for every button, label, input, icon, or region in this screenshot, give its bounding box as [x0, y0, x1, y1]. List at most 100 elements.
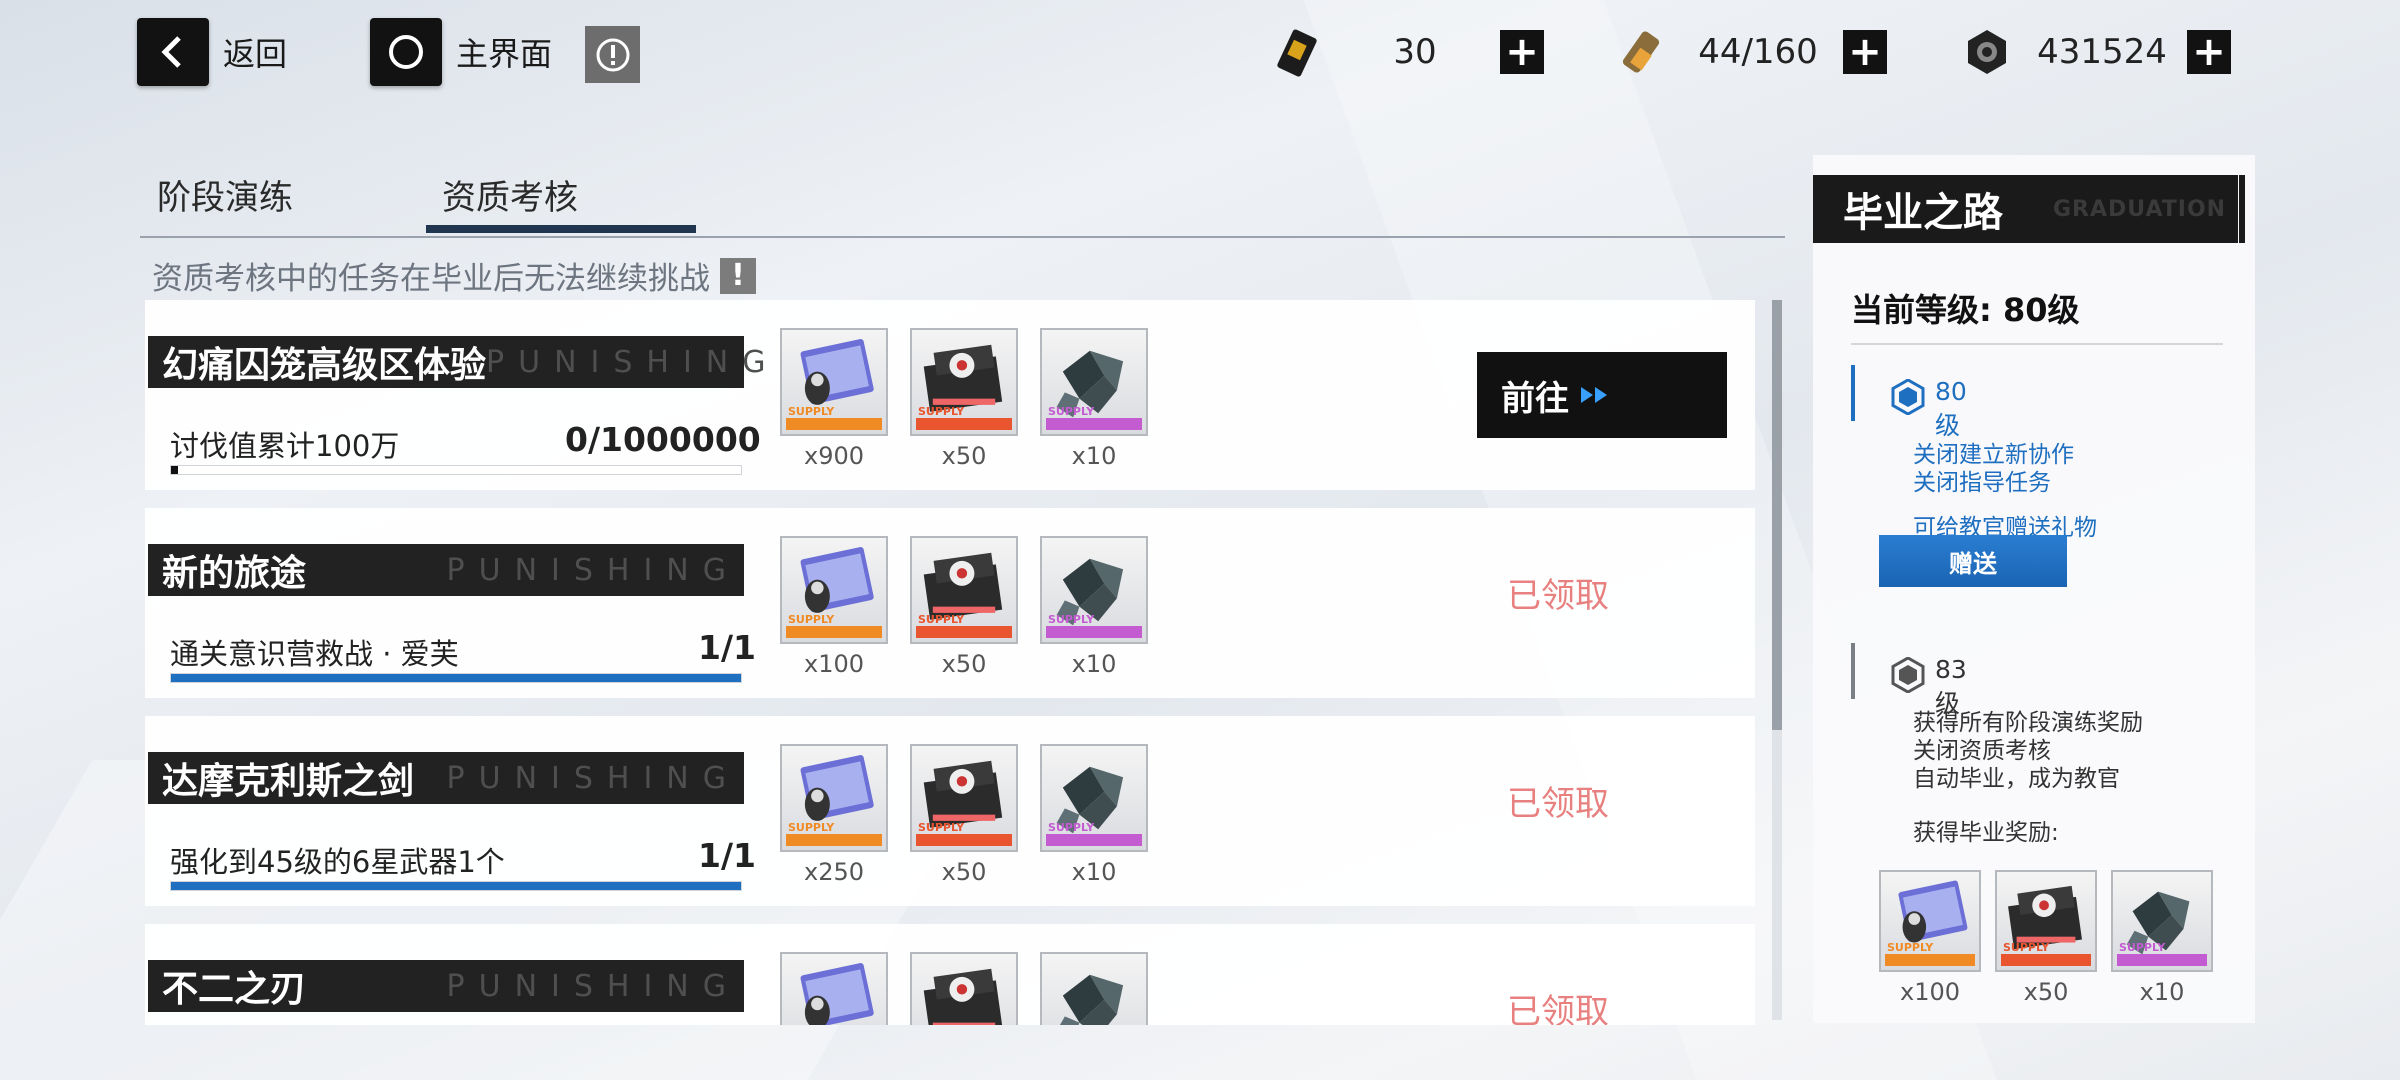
rarity-stripe: [786, 626, 882, 638]
hexagon-icon: [1891, 657, 1925, 693]
task-title-bar: 新的旅途 PUNISHING: [148, 544, 744, 596]
reward-quantity: x10: [1071, 442, 1117, 470]
back-label: 返回: [223, 35, 288, 73]
battery-count: 44/160: [1698, 32, 1818, 72]
double-arrow-icon: [1581, 387, 1607, 403]
rarity-stripe: [2001, 954, 2091, 966]
header-bars-decoration: [2227, 175, 2245, 243]
notice-label: 资质考核中的任务在毕业后无法继续挑战: [152, 261, 710, 297]
reward-item[interactable]: SUPPLY x10: [1040, 536, 1148, 678]
reward-quantity: x100: [803, 650, 864, 678]
exclamation-icon: !: [720, 257, 756, 294]
rarity-stripe: [1885, 954, 1975, 966]
reward-items: SUPPLY x900 SUPPLY x50 SUPPLY x10: [780, 328, 1170, 470]
rarity-stripe: [1046, 834, 1142, 846]
reward-item[interactable]: SUPPLY x50: [910, 536, 1018, 678]
reward-item-image[interactable]: SUPPLY: [1879, 870, 1981, 972]
task-scrollbar[interactable]: [1772, 300, 1782, 1020]
tab-qualification[interactable]: 资质考核: [442, 170, 578, 219]
add-coin-button[interactable]: +: [2187, 30, 2231, 74]
reward-item-image[interactable]: SUPPLY: [910, 328, 1018, 436]
rarity-stripe: [916, 834, 1012, 846]
reward-item[interactable]: SUPPLY x900: [780, 328, 888, 470]
goto-button[interactable]: 前往: [1477, 352, 1727, 438]
reward-quantity: x900: [803, 442, 864, 470]
reward-item-image[interactable]: SUPPLY: [780, 536, 888, 644]
graduation-reward-item[interactable]: SUPPLY x100: [1879, 870, 1981, 1006]
reward-items: SUPPLY SUPPLY SUPPLY: [780, 952, 1170, 1025]
add-battery-button[interactable]: +: [1843, 30, 1887, 74]
reward-item[interactable]: SUPPLY x50: [910, 328, 1018, 470]
reward-item[interactable]: SUPPLY x50: [910, 744, 1018, 886]
reward-item-image[interactable]: SUPPLY: [1040, 536, 1148, 644]
reward-item-image[interactable]: SUPPLY: [780, 744, 888, 852]
progress-bar-fill: [171, 882, 741, 890]
notice-text: 资质考核中的任务在毕业后无法继续挑战 !: [152, 253, 756, 298]
task-card: 不二之刃 PUNISHING SUPPLY SUPPLY SUPPLY 已领取: [145, 924, 1755, 1025]
task-description: 讨伐值累计100万: [170, 429, 400, 463]
home-label: 主界面: [456, 35, 553, 73]
add-ticket-button[interactable]: +: [1500, 30, 1544, 74]
info-icon: [596, 38, 629, 71]
reward-item[interactable]: SUPPLY x100: [780, 536, 888, 678]
reward-item-image[interactable]: SUPPLY: [1040, 952, 1148, 1025]
rarity-stripe: [916, 626, 1012, 638]
task-title: 不二之刃: [162, 969, 307, 1010]
task-title: 新的旅途: [162, 553, 307, 594]
current-level: 当前等级: 80级: [1851, 291, 2080, 329]
stage-80-line-2: 关闭指导任务: [1913, 470, 2051, 496]
reward-item-image[interactable]: SUPPLY: [780, 328, 888, 436]
scrollbar-thumb[interactable]: [1772, 300, 1782, 730]
coin-icon: [1968, 30, 2006, 74]
reward-item-image[interactable]: SUPPLY: [1040, 744, 1148, 852]
tab-divider: [140, 236, 1785, 238]
reward-item-image[interactable]: SUPPLY: [2111, 870, 2213, 972]
stage-83-line-4: 获得毕业奖励:: [1913, 820, 2059, 846]
task-list[interactable]: 幻痛囚笼高级区体验 PUNISHING 讨伐值累计100万 0/1000000 SUPP…: [145, 300, 1755, 1025]
title-watermark: PUNISHING: [486, 344, 780, 380]
reward-item[interactable]: SUPPLY: [910, 952, 1018, 1025]
reward-item-image[interactable]: SUPPLY: [1995, 870, 2097, 972]
panel-title: 毕业之路: [1843, 190, 2003, 236]
reward-item[interactable]: SUPPLY: [1040, 952, 1148, 1025]
info-button[interactable]: [585, 26, 640, 83]
graduation-panel: 毕业之路 GRADUATION 当前等级: 80级 80级 关闭建立新协作 关闭…: [1813, 155, 2255, 1023]
gift-button[interactable]: 赠送: [1879, 535, 2067, 587]
reward-item-image[interactable]: SUPPLY: [780, 952, 888, 1025]
reward-item[interactable]: SUPPLY x10: [1040, 744, 1148, 886]
reward-item[interactable]: SUPPLY x250: [780, 744, 888, 886]
stage-83-line-3: 自动毕业，成为教官: [1913, 766, 2120, 792]
graduation-rewards: SUPPLY x100 SUPPLY x50 SUPPLY x10: [1879, 870, 2227, 1006]
task-progress: 0/1000000: [565, 420, 761, 459]
supply-label: SUPPLY: [2119, 941, 2166, 954]
reward-quantity: x50: [2023, 978, 2069, 1006]
supply-label: SUPPLY: [788, 821, 835, 834]
graduation-reward-item[interactable]: SUPPLY x10: [2111, 870, 2213, 1006]
coin-count: 431524: [2037, 32, 2167, 72]
title-watermark: PUNISHING: [446, 760, 740, 796]
reward-item-image[interactable]: SUPPLY: [910, 536, 1018, 644]
resource-ticket: 30 +: [1270, 22, 1544, 82]
back-arrow-icon: [137, 18, 209, 86]
resource-battery: 44/160 +: [1613, 22, 1887, 82]
home-circle-icon: [370, 18, 442, 86]
supply-label: SUPPLY: [1048, 821, 1095, 834]
reward-quantity: x250: [803, 858, 864, 886]
reward-item-image[interactable]: SUPPLY: [910, 952, 1018, 1025]
reward-item-image[interactable]: SUPPLY: [1040, 328, 1148, 436]
hexagon-icon: [1891, 379, 1925, 415]
reward-item[interactable]: SUPPLY: [780, 952, 888, 1025]
task-card: 幻痛囚笼高级区体验 PUNISHING 讨伐值累计100万 0/1000000 SUPP…: [145, 300, 1755, 490]
back-button[interactable]: 返回: [137, 18, 287, 86]
reward-item-image[interactable]: SUPPLY: [910, 744, 1018, 852]
home-button[interactable]: 主界面: [370, 18, 552, 86]
supply-label: SUPPLY: [1048, 405, 1095, 418]
task-progress: 1/1: [698, 836, 756, 875]
reward-item[interactable]: SUPPLY x10: [1040, 328, 1148, 470]
graduation-reward-item[interactable]: SUPPLY x50: [1995, 870, 2097, 1006]
reward-quantity: x10: [2139, 978, 2185, 1006]
rarity-stripe: [786, 418, 882, 430]
supply-label: SUPPLY: [2003, 941, 2050, 954]
panel-divider: [1851, 343, 2223, 345]
tab-stage-drill[interactable]: 阶段演练: [157, 170, 293, 219]
